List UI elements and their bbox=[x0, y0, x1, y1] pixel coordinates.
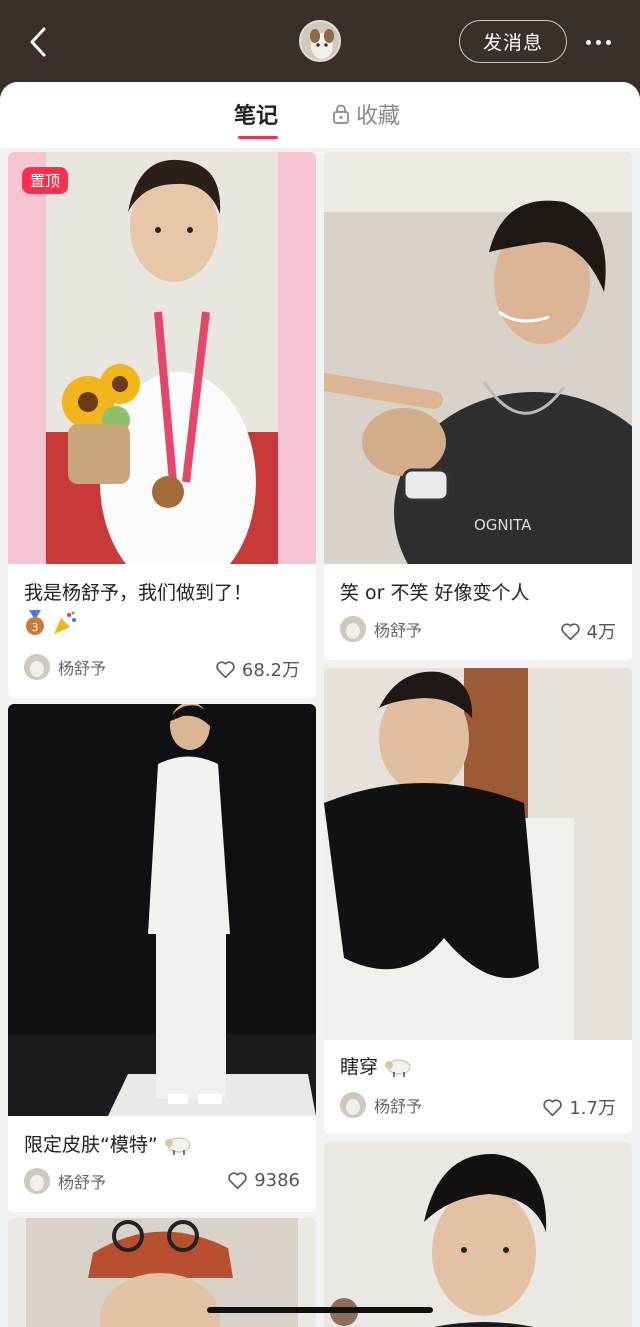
note-card[interactable]: 限定皮肤“模特” 杨舒予 9386 bbox=[8, 704, 316, 1212]
top-bar: 发消息 bbox=[0, 0, 640, 84]
profile-avatar[interactable] bbox=[299, 20, 341, 62]
note-author[interactable]: 杨舒予 bbox=[24, 654, 106, 680]
like-button[interactable]: 1.7万 bbox=[542, 1094, 616, 1120]
note-card[interactable]: 置顶 我是杨舒予，我们做到了！ 3 杨舒予 68.2万 bbox=[8, 152, 316, 698]
party-popper-icon bbox=[54, 611, 76, 634]
more-dots-icon bbox=[585, 39, 611, 45]
like-button[interactable]: 9386 bbox=[227, 1170, 300, 1191]
like-count: 9386 bbox=[254, 1170, 300, 1191]
note-title: 笑 or 不笑 好像变个人 bbox=[340, 582, 530, 604]
note-cover-image bbox=[324, 668, 632, 1040]
note-cover-image bbox=[324, 1142, 632, 1327]
like-count: 1.7万 bbox=[569, 1098, 616, 1119]
svg-text:3: 3 bbox=[32, 621, 39, 634]
heart-icon bbox=[560, 622, 580, 640]
tab-notes[interactable]: 笔记 bbox=[234, 98, 279, 139]
tab-favorites-label: 收藏 bbox=[356, 104, 401, 129]
note-author[interactable]: 杨舒予 bbox=[340, 616, 422, 642]
note-title: 我是杨舒予，我们做到了！ 3 bbox=[24, 578, 302, 636]
note-title-text: 瞎穿 bbox=[340, 1056, 379, 1078]
back-button[interactable] bbox=[20, 22, 56, 62]
note-title: 瞎穿 bbox=[340, 1052, 618, 1082]
note-cover-image bbox=[8, 704, 316, 1116]
heart-icon bbox=[216, 660, 235, 678]
tab-favorites[interactable]: 收藏 bbox=[332, 98, 400, 130]
tab-notes-label: 笔记 bbox=[234, 104, 279, 129]
tab-bar: 笔记 收藏 bbox=[0, 82, 640, 148]
note-title-text: 限定皮肤“模特” bbox=[24, 1134, 158, 1156]
active-tab-indicator bbox=[238, 136, 278, 139]
like-button[interactable]: 4万 bbox=[560, 618, 616, 644]
avatar bbox=[24, 654, 50, 680]
note-author[interactable]: 杨舒予 bbox=[340, 1092, 422, 1118]
chevron-left-icon bbox=[30, 27, 46, 57]
home-indicator bbox=[207, 1307, 433, 1313]
avatar bbox=[340, 1092, 366, 1118]
heart-icon bbox=[543, 1098, 563, 1116]
more-button[interactable] bbox=[580, 28, 616, 56]
note-card[interactable]: OGNITA 笑 or 不笑 好像变个人 杨舒予 4万 bbox=[324, 152, 632, 660]
avatar bbox=[24, 1168, 50, 1194]
bronze-medal-icon: 3 bbox=[26, 610, 44, 635]
note-card[interactable]: 瞎穿 杨舒予 1.7万 bbox=[324, 668, 632, 1134]
note-title-text: 我是杨舒予，我们做到了！ bbox=[24, 582, 253, 604]
note-card[interactable] bbox=[324, 1142, 632, 1327]
like-count: 4万 bbox=[586, 622, 616, 643]
like-count: 68.2万 bbox=[241, 660, 300, 681]
like-button[interactable]: 68.2万 bbox=[215, 656, 300, 682]
note-title: 限定皮肤“模特” bbox=[24, 1130, 302, 1160]
note-cover-image bbox=[8, 152, 316, 564]
send-message-button[interactable]: 发消息 bbox=[459, 20, 567, 63]
author-name: 杨舒予 bbox=[374, 621, 423, 640]
author-name: 杨舒予 bbox=[58, 1173, 107, 1192]
content-sheet: 笔记 收藏 置顶 我是杨舒予，我们做到了！ 3 杨舒予 68.2万 OGNITA… bbox=[0, 82, 640, 1327]
lock-icon bbox=[333, 104, 349, 124]
avatar bbox=[340, 616, 366, 642]
sheep-icon bbox=[164, 1137, 191, 1155]
author-name: 杨舒予 bbox=[58, 659, 107, 678]
sheep-icon bbox=[385, 1059, 411, 1077]
svg-text:OGNITA: OGNITA bbox=[474, 516, 532, 534]
heart-icon bbox=[228, 1172, 247, 1190]
note-author[interactable]: 杨舒予 bbox=[24, 1168, 106, 1194]
author-name: 杨舒予 bbox=[374, 1097, 423, 1116]
pinned-badge: 置顶 bbox=[22, 167, 69, 194]
note-cover-image: OGNITA bbox=[324, 152, 632, 564]
